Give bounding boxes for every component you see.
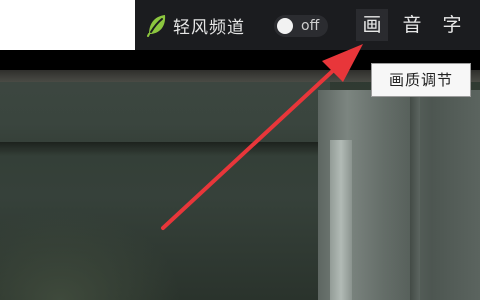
- picture-quality-button[interactable]: 画: [356, 9, 388, 41]
- subtitle-button[interactable]: 字: [436, 9, 468, 41]
- light-mode-channel[interactable]: 轻风频道: [146, 11, 245, 39]
- toggle-knob: [277, 18, 293, 34]
- video-frame[interactable]: [0, 70, 480, 300]
- audio-button[interactable]: 音: [396, 9, 428, 41]
- video-scene-door-frame: [330, 140, 352, 300]
- leaf-icon: [147, 15, 166, 37]
- video-scene-door-edge: [410, 90, 420, 300]
- light-mode-label: 轻风频道: [173, 17, 245, 38]
- player-window: 轻风频道 off 画 音 字 画质调节: [0, 0, 480, 300]
- video-scene-shadow: [0, 142, 325, 156]
- light-mode-toggle[interactable]: off: [274, 15, 328, 37]
- toggle-state-text: off: [301, 18, 320, 34]
- toolbar-blank-area: [0, 0, 135, 50]
- player-toolbar: 轻风频道 off 画 音 字: [0, 0, 480, 50]
- picture-quality-tooltip: 画质调节: [371, 63, 471, 97]
